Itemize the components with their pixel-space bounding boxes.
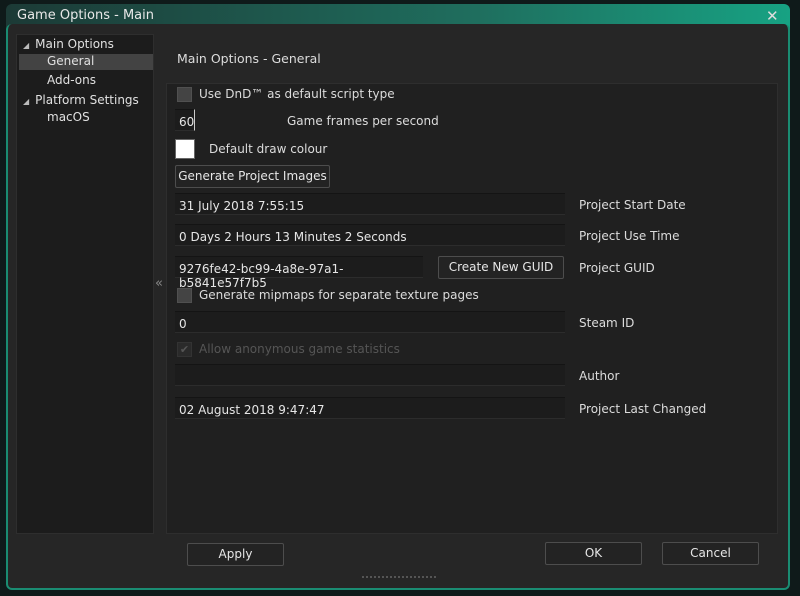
tree-item-macos[interactable]: macOS [47, 110, 90, 124]
tree-item-platform-settings[interactable]: ◢ Platform Settings [23, 93, 139, 107]
generate-project-images-button[interactable]: Generate Project Images [175, 165, 330, 188]
tree-label: Platform Settings [35, 93, 139, 107]
use-dnd-checkbox[interactable] [177, 87, 192, 102]
author-field[interactable] [175, 364, 565, 386]
expand-triangle-icon[interactable]: ◢ [23, 41, 29, 50]
author-label: Author [579, 369, 620, 383]
project-start-date-label: Project Start Date [579, 198, 686, 212]
tree-label: General [47, 54, 95, 68]
sidebar-tree: ◢ Main Options General Add-ons ◢ Platform … [16, 34, 154, 534]
tree-item-general[interactable]: General [19, 54, 153, 70]
steam-id-field[interactable]: 0 [175, 311, 565, 333]
tree-label: Add-ons [47, 73, 96, 87]
draw-colour-swatch[interactable] [175, 139, 195, 159]
window-title: Game Options - Main [17, 8, 154, 23]
project-guid-label: Project GUID [579, 261, 655, 275]
use-dnd-label: Use DnD™ as default script type [199, 87, 395, 101]
project-start-date-field[interactable]: 31 July 2018 7:55:15 [175, 193, 565, 215]
anonymous-stats-label: Allow anonymous game statistics [199, 342, 400, 356]
tree-item-main-options[interactable]: ◢ Main Options [23, 37, 114, 51]
project-guid-field[interactable]: 9276fe42-bc99-4a8e-97a1-b5841e57f7b5 [175, 256, 423, 290]
project-last-changed-label: Project Last Changed [579, 402, 707, 416]
apply-button[interactable]: Apply [187, 543, 284, 566]
fps-label: Game frames per second [287, 114, 439, 128]
mipmaps-checkbox[interactable] [177, 288, 192, 303]
project-use-time-field[interactable]: 0 Days 2 Hours 13 Minutes 2 Seconds [175, 224, 565, 246]
close-icon[interactable]: ✕ [766, 7, 779, 25]
resize-grip[interactable] [362, 576, 436, 580]
create-new-guid-button[interactable]: Create New GUID [438, 256, 564, 279]
draw-colour-label: Default draw colour [209, 142, 328, 156]
page-title: Main Options - General [177, 51, 321, 66]
fps-input[interactable]: 60 [175, 109, 195, 131]
mipmaps-label: Generate mipmaps for separate texture pa… [199, 288, 479, 302]
tree-label: Main Options [35, 37, 114, 51]
anonymous-stats-checkbox[interactable]: ✔ [177, 342, 192, 357]
expand-triangle-icon[interactable]: ◢ [23, 97, 29, 106]
collapse-sidebar-icon[interactable]: « [155, 276, 163, 291]
steam-id-label: Steam ID [579, 316, 635, 330]
tree-label: macOS [47, 110, 90, 124]
tree-item-add-ons[interactable]: Add-ons [47, 73, 96, 87]
ok-button[interactable]: OK [545, 542, 642, 565]
project-last-changed-field[interactable]: 02 August 2018 9:47:47 [175, 397, 565, 419]
cancel-button[interactable]: Cancel [662, 542, 759, 565]
project-use-time-label: Project Use Time [579, 229, 680, 243]
